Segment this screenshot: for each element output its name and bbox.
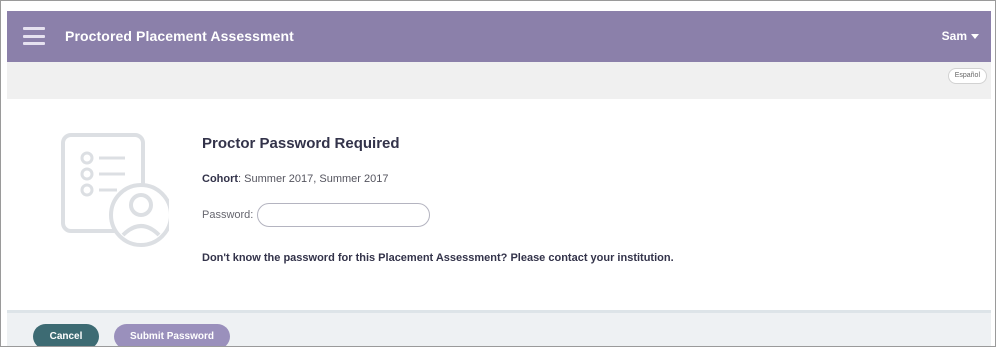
hamburger-menu-icon[interactable]	[23, 27, 45, 45]
cancel-button[interactable]: Cancel	[33, 324, 99, 346]
page-title: Proctor Password Required	[202, 135, 400, 152]
user-menu[interactable]: Sam	[942, 29, 979, 43]
app-window: Proctored Placement Assessment Sam Españ…	[0, 0, 996, 347]
app-title: Proctored Placement Assessment	[65, 28, 294, 44]
top-header-bar: Proctored Placement Assessment Sam	[7, 11, 991, 62]
checklist-user-icon	[61, 133, 169, 247]
password-label: Password:	[202, 209, 254, 221]
footer-bar: Cancel Submit Password	[7, 313, 991, 346]
password-row: Password:	[202, 203, 431, 227]
language-toggle-button[interactable]: Español	[947, 68, 987, 84]
cohort-value: Summer 2017, Summer 2017	[244, 173, 389, 185]
user-name: Sam	[941, 29, 967, 43]
cohort-info: Cohort: Summer 2017, Summer 2017	[202, 173, 389, 185]
caret-down-icon	[971, 33, 979, 39]
password-form: Proctor Password Required Cohort: Summer…	[202, 135, 674, 264]
password-input[interactable]	[257, 203, 431, 227]
language-bar: Español	[7, 62, 991, 99]
submit-password-button[interactable]: Submit Password	[114, 324, 230, 346]
cohort-label: Cohort	[202, 173, 239, 185]
help-text: Don't know the password for this Placeme…	[202, 252, 674, 264]
